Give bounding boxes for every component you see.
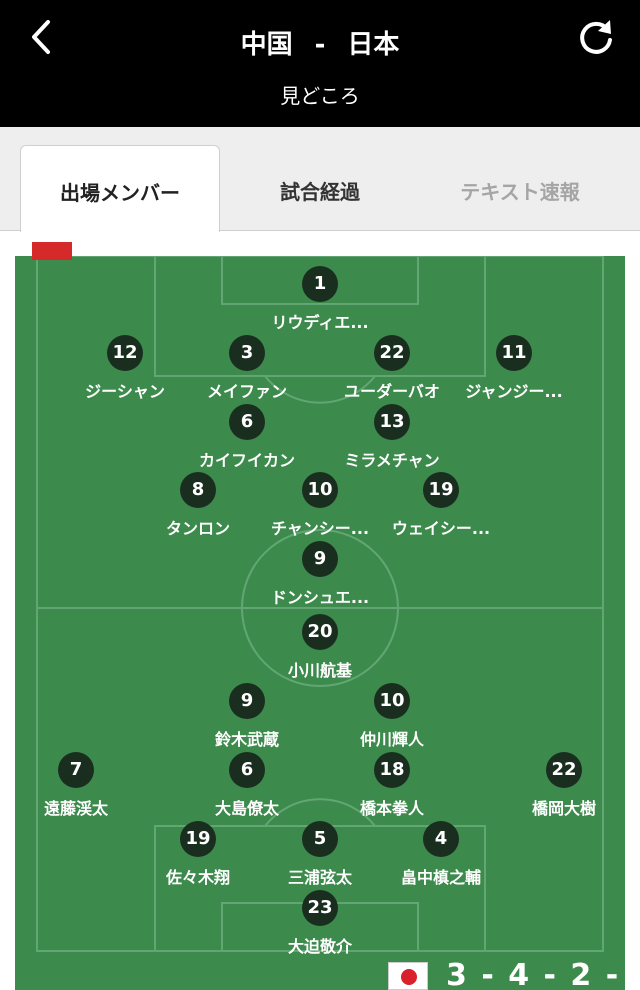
japan-player[interactable]: 4 畠中槙之輔 bbox=[366, 821, 516, 887]
china-player[interactable]: 11 ジャンジー... bbox=[439, 335, 589, 401]
tab-match-progress[interactable]: 試合経過 bbox=[220, 145, 420, 232]
player-name: ミラメチャン bbox=[344, 451, 440, 470]
japan-player[interactable]: 23 大迫敬介 bbox=[245, 890, 395, 956]
japan-player[interactable]: 7 遠藤渓太 bbox=[1, 752, 151, 818]
player-name: カイフイカン bbox=[198, 451, 295, 470]
japan-formation: 3 - 4 - 2 - 1 bbox=[388, 958, 640, 990]
jersey-number: 12 bbox=[107, 335, 143, 371]
japan-player[interactable]: 20 小川航基 bbox=[245, 614, 395, 680]
home-team-name: 中国 bbox=[240, 30, 293, 60]
tab-live-text[interactable]: テキスト速報 bbox=[420, 145, 620, 232]
jersey-number: 3 bbox=[229, 335, 265, 371]
player-name: メイファン bbox=[206, 382, 287, 401]
player-name: ウェイシー... bbox=[391, 519, 491, 538]
japan-flag-icon bbox=[388, 962, 428, 990]
jersey-number: 22 bbox=[374, 335, 410, 371]
japan-player[interactable]: 22 橋岡大樹 bbox=[489, 752, 639, 818]
jersey-number: 10 bbox=[374, 683, 410, 719]
jersey-number: 13 bbox=[374, 404, 410, 440]
score-separator: - bbox=[314, 30, 326, 60]
jersey-number: 5 bbox=[302, 821, 338, 857]
player-name: 仲川輝人 bbox=[359, 730, 424, 749]
japan-player[interactable]: 9 鈴木武蔵 bbox=[172, 683, 322, 749]
jersey-number: 11 bbox=[496, 335, 532, 371]
player-name: リウディエ... bbox=[271, 313, 369, 332]
app-header: 中国 - 日本 見どころ bbox=[0, 0, 640, 127]
refresh-button[interactable] bbox=[574, 16, 618, 60]
jersey-number: 18 bbox=[374, 752, 410, 788]
japan-player[interactable]: 10 仲川輝人 bbox=[317, 683, 467, 749]
china-player[interactable]: 9 ドンシュエ... bbox=[245, 541, 395, 607]
jersey-number: 4 bbox=[423, 821, 459, 857]
player-name: 鈴木武蔵 bbox=[214, 730, 279, 749]
jersey-number: 7 bbox=[58, 752, 94, 788]
refresh-icon bbox=[580, 20, 612, 54]
player-name: 橋岡大樹 bbox=[531, 799, 596, 818]
japan-player[interactable]: 18 橋本拳人 bbox=[317, 752, 467, 818]
jersey-number: 6 bbox=[229, 404, 265, 440]
tab-lineup[interactable]: 出場メンバー bbox=[20, 145, 220, 232]
jersey-number: 20 bbox=[302, 614, 338, 650]
china-player[interactable]: 13 ミラメチャン bbox=[317, 404, 467, 470]
jersey-number: 19 bbox=[423, 472, 459, 508]
jersey-number: 1 bbox=[302, 266, 338, 302]
match-title: 中国 - 日本 bbox=[0, 24, 640, 61]
china-player[interactable]: 3 メイファン bbox=[172, 335, 322, 401]
jersey-number: 23 bbox=[302, 890, 338, 926]
player-name: 大島僚太 bbox=[214, 799, 279, 818]
jersey-number: 10 bbox=[302, 472, 338, 508]
player-name: 橋本拳人 bbox=[359, 799, 424, 818]
jersey-number: 9 bbox=[229, 683, 265, 719]
player-name: 小川航基 bbox=[287, 661, 352, 680]
player-name: ドンシュエ... bbox=[270, 588, 370, 607]
china-player[interactable]: 19 ウェイシー... bbox=[366, 472, 516, 538]
china-player[interactable]: 6 カイフイカン bbox=[172, 404, 322, 470]
player-name: 遠藤渓太 bbox=[43, 799, 108, 818]
player-name: 大迫敬介 bbox=[287, 937, 352, 956]
china-player[interactable]: 1 リウディエ... bbox=[245, 266, 395, 332]
china-formation-header bbox=[32, 242, 252, 260]
jersey-number: 8 bbox=[180, 472, 216, 508]
jersey-number: 9 bbox=[302, 541, 338, 577]
china-flag bbox=[32, 242, 72, 260]
tab-bar: 出場メンバー 試合経過 テキスト速報 bbox=[0, 127, 640, 232]
japan-player[interactable]: 6 大島僚太 bbox=[172, 752, 322, 818]
jersey-number: 19 bbox=[180, 821, 216, 857]
jersey-number: 6 bbox=[229, 752, 265, 788]
formation-label: 3 - 4 - 2 - 1 bbox=[446, 958, 640, 990]
player-name: 畠中槙之輔 bbox=[400, 868, 481, 887]
player-name: ジャンジー... bbox=[465, 382, 563, 401]
page-subtitle: 見どころ bbox=[280, 84, 360, 108]
jersey-number: 22 bbox=[546, 752, 582, 788]
away-team-name: 日本 bbox=[347, 30, 400, 60]
